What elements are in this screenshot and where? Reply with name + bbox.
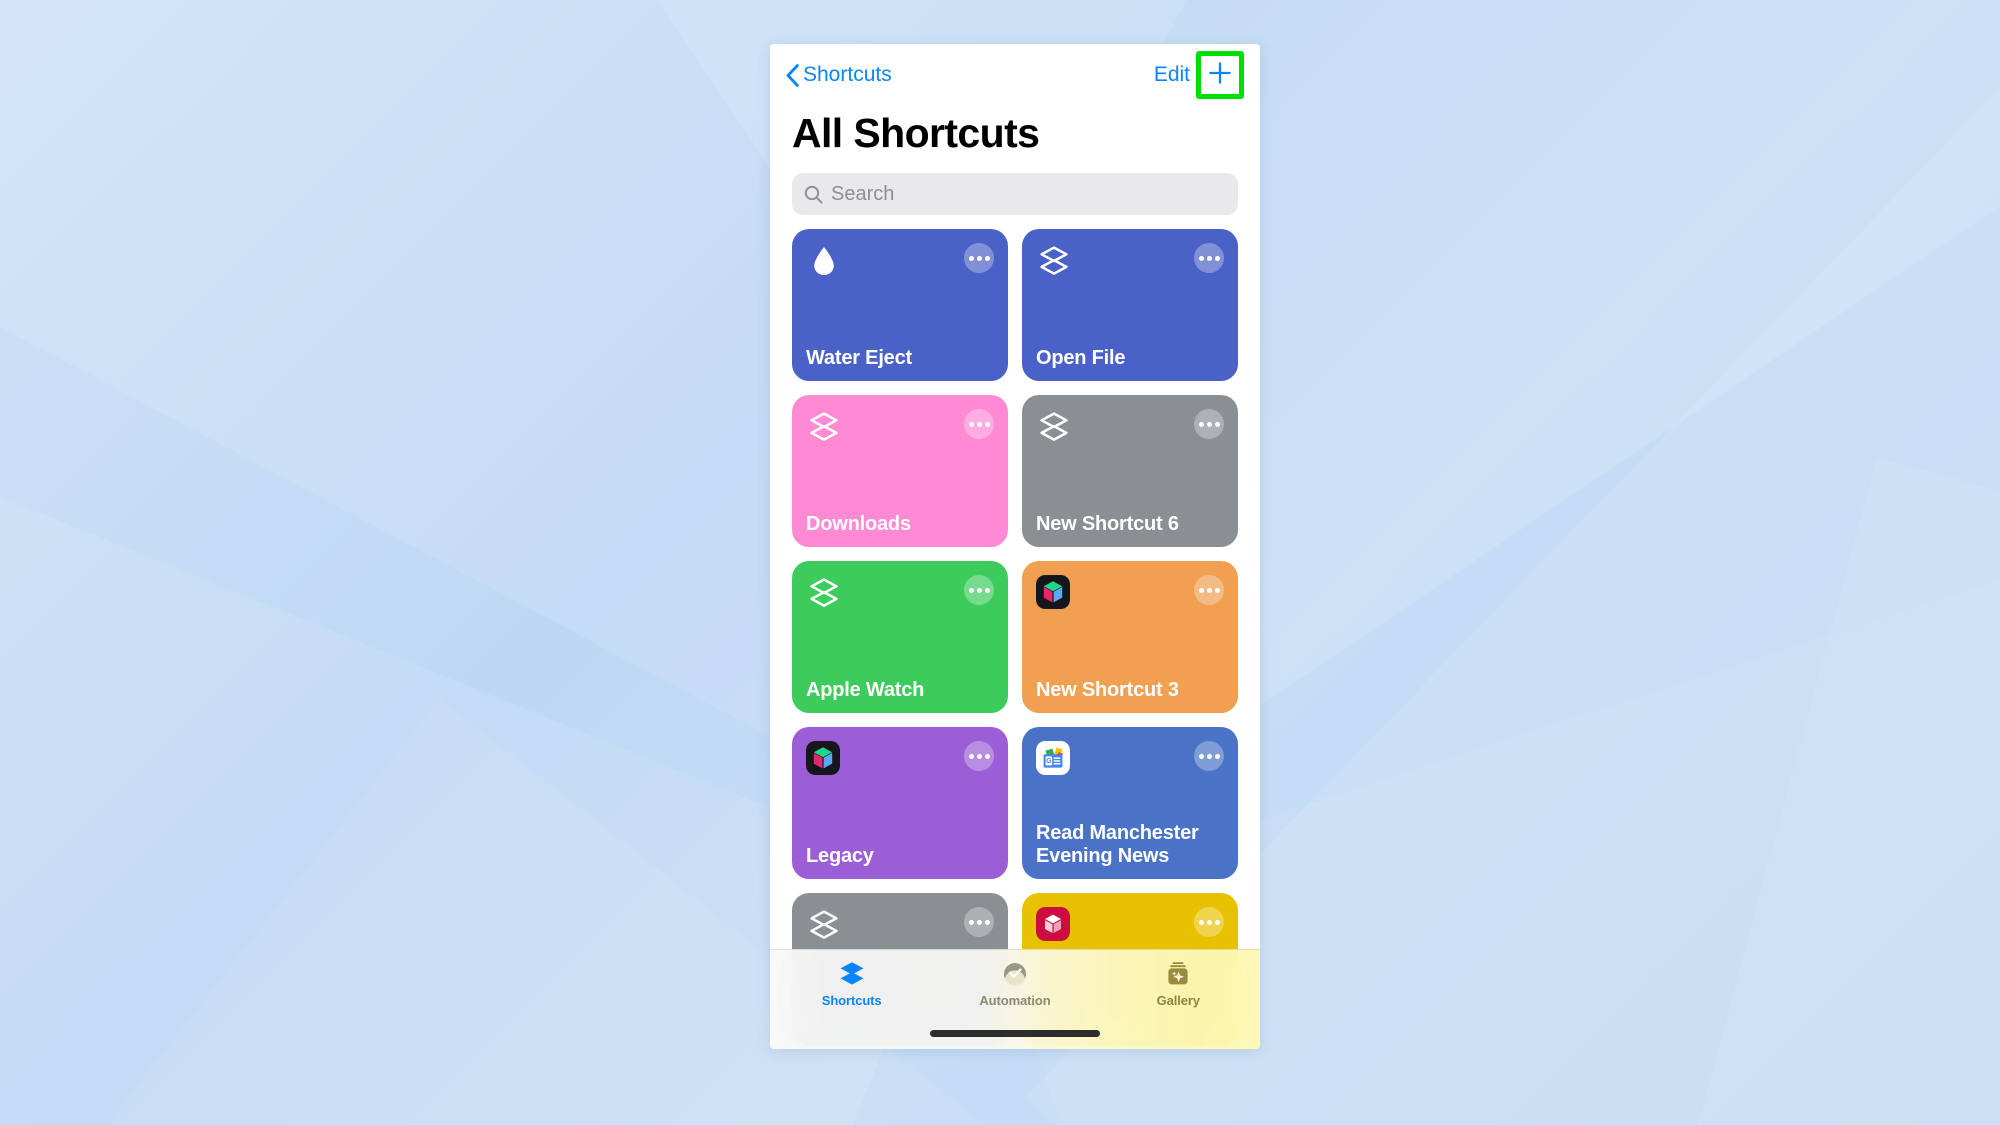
shortcuts-grid: Water Eject Open File Downloads New Shor…: [792, 229, 1238, 1045]
shortcut-tile-header: [806, 243, 994, 279]
home-indicator: [930, 1030, 1100, 1037]
shortcuts-layers-icon: [1036, 409, 1072, 445]
shortcut-tile-header: [806, 409, 994, 445]
shortcut-more-button[interactable]: [1194, 907, 1224, 937]
shortcut-more-button[interactable]: [964, 243, 994, 273]
shortcut-more-button[interactable]: [964, 575, 994, 605]
shortcut-tile[interactable]: Open File: [1022, 229, 1238, 381]
shortcut-tile-header: [806, 575, 994, 611]
shortcut-more-button[interactable]: [964, 409, 994, 439]
shortcut-tile-header: [1036, 409, 1224, 445]
shortcut-tile[interactable]: Apple Watch: [792, 561, 1008, 713]
shortcut-more-button[interactable]: [1194, 409, 1224, 439]
tab-shortcuts[interactable]: Shortcuts: [770, 950, 933, 1049]
shortcut-more-button[interactable]: [964, 907, 994, 937]
shortcut-more-button[interactable]: [1194, 741, 1224, 771]
shortcuts-layers-icon: [806, 575, 842, 611]
tab-automation-label: Automation: [979, 993, 1051, 1008]
shortcuts-layers-icon: [837, 959, 867, 989]
shortcut-tile-label: New Shortcut 6: [1036, 512, 1179, 535]
search-input[interactable]: [831, 182, 1226, 206]
shortcut-tile[interactable]: New Shortcut 3: [1022, 561, 1238, 713]
shortcut-tile-label: Legacy: [806, 844, 874, 867]
shortcut-more-button[interactable]: [1194, 575, 1224, 605]
search-bar[interactable]: [792, 173, 1238, 215]
phone-screen: Shortcuts Edit All Shortcuts Water Eject: [770, 44, 1260, 1049]
shortcut-tile[interactable]: G Read Manchester Evening News: [1022, 727, 1238, 879]
automation-clock-icon: [1000, 959, 1030, 989]
shortcut-tile-header: [806, 907, 994, 943]
back-button[interactable]: Shortcuts: [786, 63, 892, 87]
shortcut-more-button[interactable]: [964, 741, 994, 771]
shortcut-tile-label: Downloads: [806, 512, 911, 535]
back-button-label: Shortcuts: [803, 63, 892, 86]
shortcut-tile-header: [1036, 907, 1224, 941]
add-shortcut-button[interactable]: [1196, 51, 1244, 99]
cube-app-icon: [1036, 575, 1070, 609]
navigation-bar: Shortcuts Edit: [770, 44, 1260, 106]
shortcuts-layers-icon: [806, 409, 842, 445]
shortcut-tile[interactable]: Water Eject: [792, 229, 1008, 381]
gallery-sparkle-icon: [1163, 959, 1193, 989]
tab-bar: Shortcuts Automation Gallery: [770, 949, 1260, 1049]
shortcut-tile-header: G: [1036, 741, 1224, 775]
shortcut-tile-label: Apple Watch: [806, 678, 925, 701]
plus-icon: [1207, 60, 1233, 91]
cube-app-icon: [806, 741, 840, 775]
shortcut-tile[interactable]: Downloads: [792, 395, 1008, 547]
shortcut-more-button[interactable]: [1194, 243, 1224, 273]
shortcut-tile-header: [1036, 243, 1224, 279]
svg-text:G: G: [1046, 758, 1052, 765]
red-cube-app-icon: [1036, 907, 1070, 941]
page-title: All Shortcuts: [792, 110, 1040, 156]
shortcut-tile-label: Water Eject: [806, 346, 912, 369]
google-news-icon: G: [1036, 741, 1070, 775]
shortcuts-layers-icon: [1036, 243, 1072, 279]
shortcut-tile-header: [806, 741, 994, 775]
shortcut-tile-label: Read Manchester Evening News: [1036, 822, 1199, 867]
chevron-left-icon: [786, 63, 799, 87]
shortcuts-layers-icon: [806, 907, 842, 943]
shortcut-tile-label: Open File: [1036, 346, 1126, 369]
edit-button[interactable]: Edit: [1154, 63, 1196, 87]
search-icon: [804, 185, 823, 204]
tab-gallery[interactable]: Gallery: [1097, 950, 1260, 1049]
water-drop-icon: [806, 243, 842, 279]
tab-gallery-label: Gallery: [1156, 993, 1201, 1008]
tab-shortcuts-label: Shortcuts: [821, 993, 882, 1008]
shortcut-tile[interactable]: New Shortcut 6: [1022, 395, 1238, 547]
shortcut-tile-header: [1036, 575, 1224, 609]
shortcut-tile[interactable]: Legacy: [792, 727, 1008, 879]
shortcut-tile-label: New Shortcut 3: [1036, 678, 1179, 701]
